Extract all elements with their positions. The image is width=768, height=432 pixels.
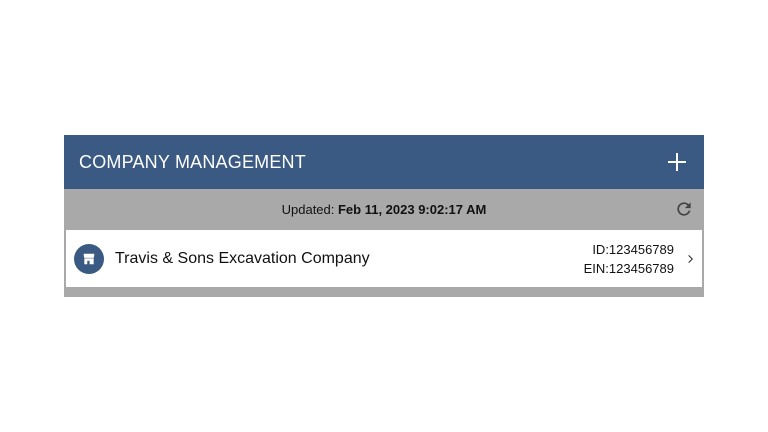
refresh-button[interactable] <box>674 199 694 219</box>
company-management-panel: COMPANY MANAGEMENT Updated: Feb 11, 2023… <box>64 135 704 297</box>
add-company-button[interactable] <box>665 150 689 174</box>
chevron-right-icon <box>688 254 693 263</box>
updated-status: Updated: Feb 11, 2023 9:02:17 AM <box>282 202 487 217</box>
company-id: ID:123456789 <box>592 241 674 257</box>
company-list-item[interactable]: Travis & Sons Excavation Company ID:1234… <box>66 230 702 287</box>
updated-label: Updated: <box>281 201 338 217</box>
refresh-icon <box>677 202 691 216</box>
status-bar: Updated: Feb 11, 2023 9:02:17 AM <box>64 189 704 229</box>
page-title: COMPANY MANAGEMENT <box>79 151 306 172</box>
storefront-icon <box>83 253 95 264</box>
company-identifiers: ID:123456789 EIN:123456789 <box>584 240 674 278</box>
company-name: Travis & Sons Excavation Company <box>115 249 370 267</box>
company-ein: EIN:123456789 <box>583 260 674 276</box>
updated-timestamp: Feb 11, 2023 9:02:17 AM <box>337 201 487 217</box>
panel-header: COMPANY MANAGEMENT <box>64 135 704 189</box>
company-avatar <box>74 243 104 274</box>
